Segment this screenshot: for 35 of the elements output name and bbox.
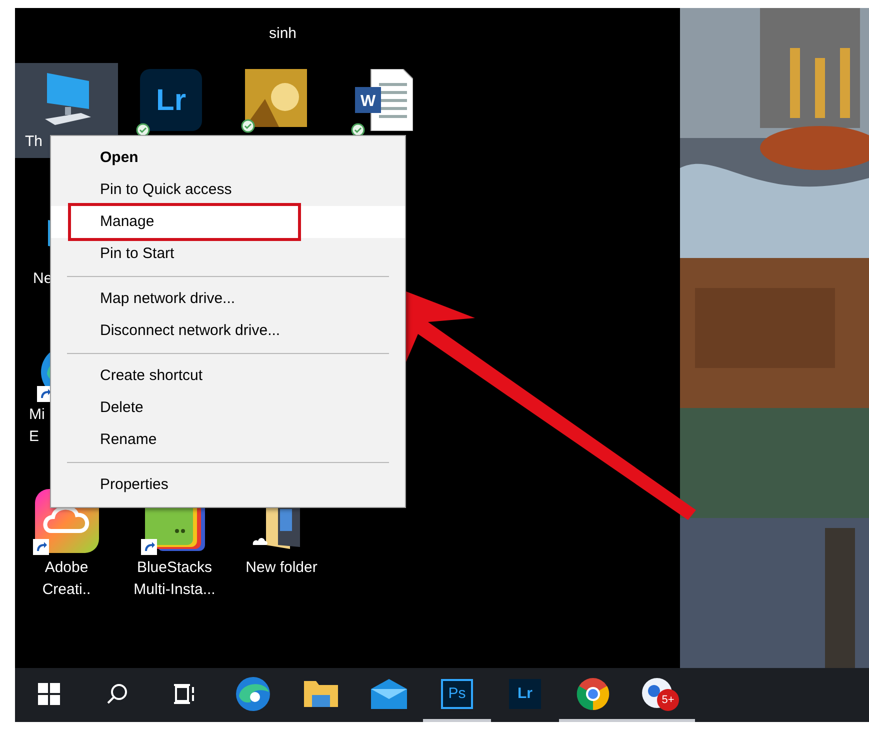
icon-label: Th	[25, 132, 43, 152]
menu-item[interactable]: Disconnect network drive...	[51, 315, 405, 347]
chrome-icon	[576, 676, 610, 710]
desktop-icon[interactable]: W	[348, 63, 420, 138]
menu-item[interactable]: Rename	[51, 424, 405, 456]
menu-item[interactable]: Pin to Start	[51, 238, 405, 270]
windows-start-icon	[38, 682, 60, 704]
icon-label: New folder	[246, 558, 318, 578]
task-view-icon	[174, 682, 196, 704]
menu-item[interactable]: Delete	[51, 392, 405, 424]
menu-item[interactable]: Manage	[51, 206, 405, 238]
menu-item[interactable]: Map network drive...	[51, 283, 405, 315]
taskbar-button[interactable]: Lr	[491, 668, 559, 722]
edge-icon	[235, 676, 271, 712]
taskbar-button[interactable]: Ps	[423, 668, 491, 722]
image-file-icon	[245, 69, 307, 127]
lightroom-app-icon: Lr	[140, 69, 202, 131]
menu-item[interactable]: Pin to Quick access	[51, 174, 405, 206]
icon-label: sinh	[269, 24, 297, 44]
icon-label: E	[29, 427, 40, 447]
taskbar-button[interactable]: 5+	[627, 668, 695, 722]
icon-label: Adobe	[44, 558, 88, 578]
folder-icon	[304, 678, 338, 708]
desktop-icon[interactable]: Lr	[135, 63, 207, 138]
notification-badge: 5+	[657, 688, 679, 710]
photoshop-icon: Ps	[441, 678, 473, 708]
icon-label: BlueStacks	[136, 558, 212, 578]
mail-icon	[371, 678, 407, 708]
icon-label: Creati..	[42, 580, 91, 600]
lightroom-icon: Lr	[509, 678, 541, 708]
icon-label: Multi-Insta...	[134, 580, 216, 600]
search-icon	[106, 682, 128, 704]
menu-item[interactable]: Properties	[51, 469, 405, 501]
icon-label: Mi	[29, 405, 45, 425]
menu-item[interactable]: Create shortcut	[51, 360, 405, 392]
